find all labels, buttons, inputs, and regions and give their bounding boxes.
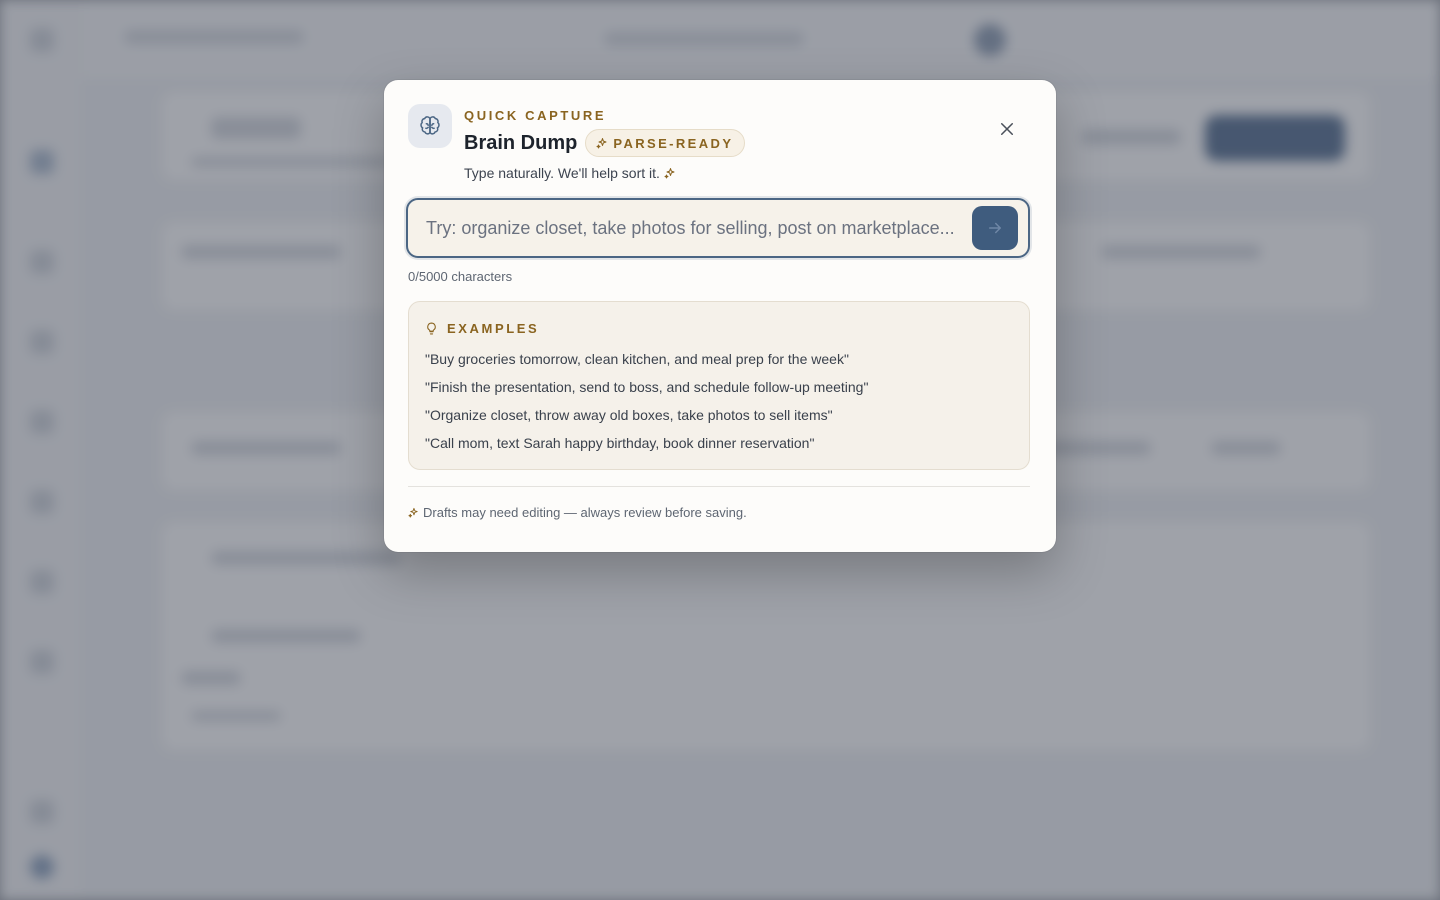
examples-list: "Buy groceries tomorrow, clean kitchen, … [425,345,1013,457]
footer-divider [408,486,1030,487]
brain-dump-input-wrapper [406,198,1030,258]
badge-label: PARSE-READY [613,135,734,151]
brain-dump-modal: QUICK CAPTURE Brain Dump PARSE-READY Typ… [384,80,1056,552]
examples-heading: EXAMPLES [425,321,1013,336]
modal-eyebrow: QUICK CAPTURE [464,108,607,123]
example-item[interactable]: "Finish the presentation, send to boss, … [425,373,1013,401]
subtitle-text: Type naturally. We'll help sort it. [464,165,660,181]
sparkle-icon [664,168,675,179]
examples-panel: EXAMPLES "Buy groceries tomorrow, clean … [408,301,1030,470]
parse-ready-badge: PARSE-READY [585,129,746,157]
sparkle-icon [408,507,418,518]
character-count: 0/5000 characters [408,269,513,284]
close-icon [1001,123,1013,135]
brain-icon [408,104,452,148]
examples-heading-label: EXAMPLES [447,321,540,336]
modal-subtitle: Type naturally. We'll help sort it. [464,165,745,181]
sparkle-icon [596,138,607,149]
close-button[interactable] [992,114,1022,144]
modal-title: Brain Dump [464,132,578,154]
footer-note-text: Drafts may need editing — always review … [423,505,747,520]
lightbulb-icon [427,322,436,335]
example-item[interactable]: "Organize closet, throw away old boxes, … [425,401,1013,429]
example-item[interactable]: "Buy groceries tomorrow, clean kitchen, … [425,345,1013,373]
title-row: Brain Dump PARSE-READY [464,129,746,157]
brain-dump-input[interactable] [424,216,960,240]
example-item[interactable]: "Call mom, text Sarah happy birthday, bo… [425,429,1013,457]
header-text: QUICK CAPTURE Brain Dump PARSE-READY Typ… [464,108,746,181]
modal-header: QUICK CAPTURE Brain Dump PARSE-READY Typ… [408,104,1032,181]
arrow-right-icon [989,222,1001,234]
submit-button[interactable] [972,206,1018,250]
footer-note: Drafts may need editing — always review … [408,505,1032,520]
